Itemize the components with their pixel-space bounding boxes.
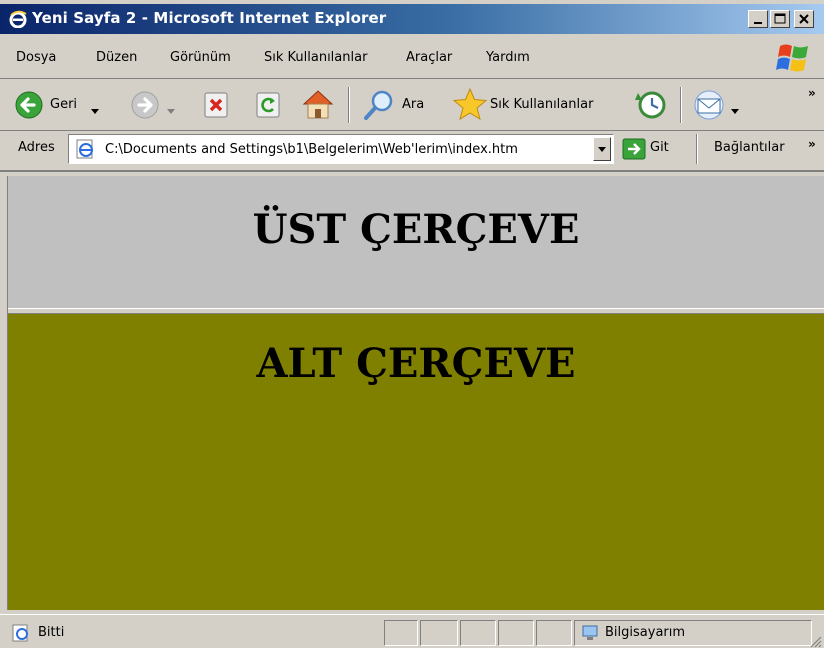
menu-favorites[interactable]: Sık Kullanılanlar — [264, 50, 367, 65]
maximize-button[interactable] — [770, 10, 790, 28]
close-icon — [799, 14, 809, 24]
top-frame: ÜST ÇERÇEVE — [8, 176, 824, 308]
star-icon — [452, 87, 488, 121]
title-bar[interactable]: Yeni Sayfa 2 - Microsoft Internet Explor… — [0, 4, 824, 34]
minimize-icon — [754, 22, 762, 24]
content-area: ÜST ÇERÇEVE ALT ÇERÇEVE — [0, 170, 824, 610]
menu-tools[interactable]: Araçlar — [406, 50, 452, 65]
back-button[interactable] — [14, 90, 44, 124]
menu-file[interactable]: Dosya — [16, 50, 56, 65]
address-label: Adres — [18, 140, 55, 155]
favorites-label[interactable]: Sık Kullanılanlar — [490, 97, 593, 112]
zone-panel: Bilgisayarım — [574, 620, 812, 646]
forward-button[interactable] — [130, 90, 160, 124]
search-icon — [364, 90, 393, 120]
window-title: Yeni Sayfa 2 - Microsoft Internet Explor… — [32, 9, 387, 27]
close-button[interactable] — [794, 10, 814, 28]
mail-button[interactable] — [692, 89, 726, 125]
go-button[interactable] — [622, 138, 646, 164]
ie-window: Yeni Sayfa 2 - Microsoft Internet Explor… — [0, 0, 824, 648]
page-icon — [75, 139, 95, 163]
maximize-icon — [774, 13, 786, 24]
history-icon — [635, 91, 666, 119]
zone-label: Bilgisayarım — [605, 625, 686, 640]
home-icon — [302, 90, 334, 119]
stop-icon — [204, 92, 228, 118]
forward-dropdown-icon[interactable] — [166, 101, 176, 120]
home-button[interactable] — [300, 87, 336, 125]
menu-view[interactable]: Görünüm — [170, 50, 231, 65]
computer-icon — [581, 624, 599, 646]
toolbar-separator — [348, 87, 350, 123]
status-panel — [384, 620, 418, 646]
mail-dropdown-icon[interactable] — [730, 101, 740, 120]
mail-icon — [694, 90, 724, 120]
stop-button[interactable] — [204, 91, 230, 123]
search-button[interactable] — [362, 88, 396, 126]
status-panel — [498, 620, 534, 646]
bottom-frame: ALT ÇERÇEVE — [8, 314, 824, 610]
page-done-icon — [12, 624, 30, 646]
refresh-button[interactable] — [256, 91, 282, 123]
address-separator — [696, 134, 698, 164]
address-bar: Adres Git Bağlantılar » — [0, 132, 824, 170]
back-dropdown-icon[interactable] — [90, 101, 100, 120]
back-label[interactable]: Geri — [50, 97, 77, 112]
address-field[interactable] — [68, 134, 614, 164]
address-input[interactable] — [105, 139, 589, 159]
address-dropdown-button[interactable] — [593, 137, 611, 161]
go-arrow-icon — [622, 138, 646, 160]
menu-edit[interactable]: Düzen — [96, 50, 137, 65]
status-panel — [460, 620, 496, 646]
chevron-down-icon — [598, 147, 606, 152]
top-frame-heading: ÜST ÇERÇEVE — [252, 206, 580, 253]
resize-grip-icon[interactable] — [810, 633, 822, 648]
minimize-button[interactable] — [748, 10, 768, 28]
favorites-button[interactable] — [452, 87, 488, 125]
links-more-chevron[interactable]: » — [808, 137, 816, 151]
toolbar: Geri Ara Sık Kullanılanlar » — [0, 80, 824, 131]
status-bar: Bitti Bilgisayarım — [0, 614, 824, 648]
frame-border-left — [0, 176, 8, 610]
refresh-icon — [256, 92, 280, 118]
history-button[interactable] — [632, 88, 668, 126]
toolbar-more-chevron[interactable]: » — [808, 86, 816, 100]
status-panel — [420, 620, 458, 646]
go-label[interactable]: Git — [650, 140, 669, 155]
search-label[interactable]: Ara — [402, 97, 424, 112]
menu-bar: Dosya Düzen Görünüm Sık Kullanılanlar Ar… — [0, 38, 824, 79]
windows-logo-icon — [776, 44, 808, 72]
bottom-frame-heading: ALT ÇERÇEVE — [256, 340, 576, 387]
back-arrow-icon — [15, 91, 43, 119]
menu-help[interactable]: Yardım — [486, 50, 530, 65]
forward-arrow-icon — [131, 91, 159, 119]
status-text: Bitti — [38, 625, 65, 640]
links-label[interactable]: Bağlantılar — [714, 140, 785, 155]
ie-logo-icon — [9, 10, 27, 29]
toolbar-separator — [680, 87, 682, 123]
status-panel — [536, 620, 572, 646]
